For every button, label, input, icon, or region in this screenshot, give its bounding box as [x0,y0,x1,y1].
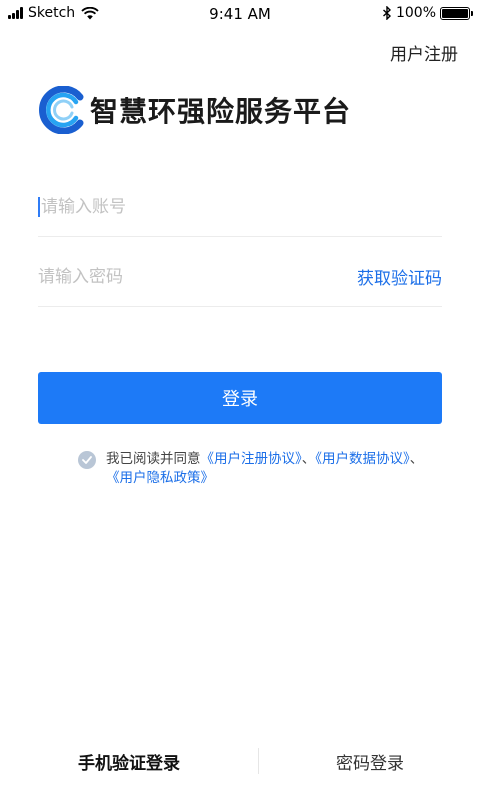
data-agreement-link[interactable]: 《用户数据协议》 [315,451,410,467]
text-caret [38,196,40,217]
battery-fill [442,8,468,18]
login-mode-tabs: 手机验证登录 密码登录 [0,736,480,786]
register-link[interactable]: 用户注册 [390,40,458,65]
tab-divider [258,748,259,774]
bluetooth-icon [382,6,391,20]
battery-tip [471,10,473,16]
agreement-text: 我已阅读并同意《用户注册协议》、《用户数据协议》、《用户隐私政策》 [106,450,438,488]
password-field: 获取验证码 [38,247,442,307]
brand-title: 智慧环强险服务平台 [90,95,352,128]
password-input[interactable] [38,266,357,287]
get-code-button[interactable]: 获取验证码 [357,264,442,289]
status-bar: Sketch 9:41 AM 100% [0,0,480,28]
battery-percent: 100% [395,5,436,21]
agreement: 我已阅读并同意《用户注册协议》、《用户数据协议》、《用户隐私政策》 [78,450,438,488]
tab-sms-login[interactable]: 手机验证登录 [0,736,258,786]
tab-password-login[interactable]: 密码登录 [260,736,480,786]
account-input[interactable] [41,196,442,217]
status-right: 100% [382,4,473,22]
agreement-checkbox[interactable] [78,451,96,469]
agreement-separator: 、 [409,451,424,467]
battery-icon [440,6,473,20]
register-agreement-link[interactable]: 《用户注册协议》 [201,451,302,467]
brand-logo-icon [39,86,84,134]
privacy-policy-link[interactable]: 《用户隐私政策》 [106,470,214,486]
check-icon [82,456,92,464]
login-button[interactable]: 登录 [38,372,442,424]
agreement-separator: 、 [301,451,316,467]
brand: 智慧环强险服务平台 [36,86,351,134]
account-field [38,177,442,237]
agreement-prefix: 我已阅读并同意 [106,451,201,467]
